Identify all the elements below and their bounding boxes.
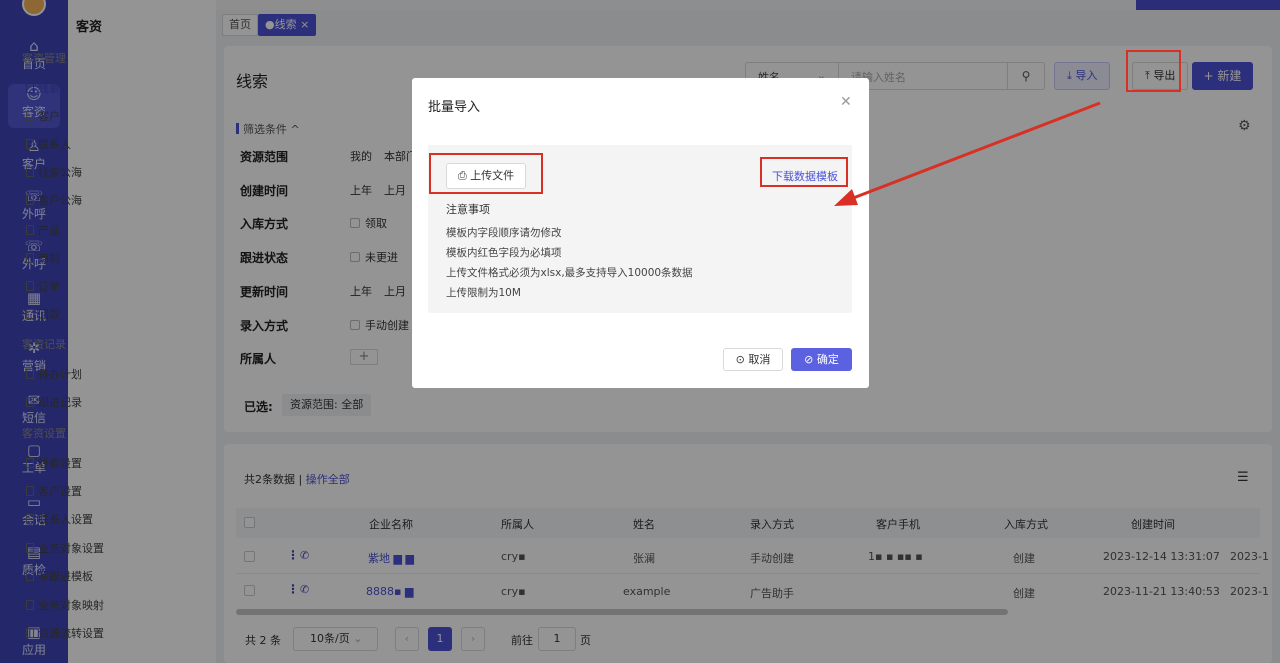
annotation-arrow: [834, 101, 1101, 206]
arrow-head: [834, 189, 858, 206]
arrow-shaft: [847, 101, 1101, 202]
